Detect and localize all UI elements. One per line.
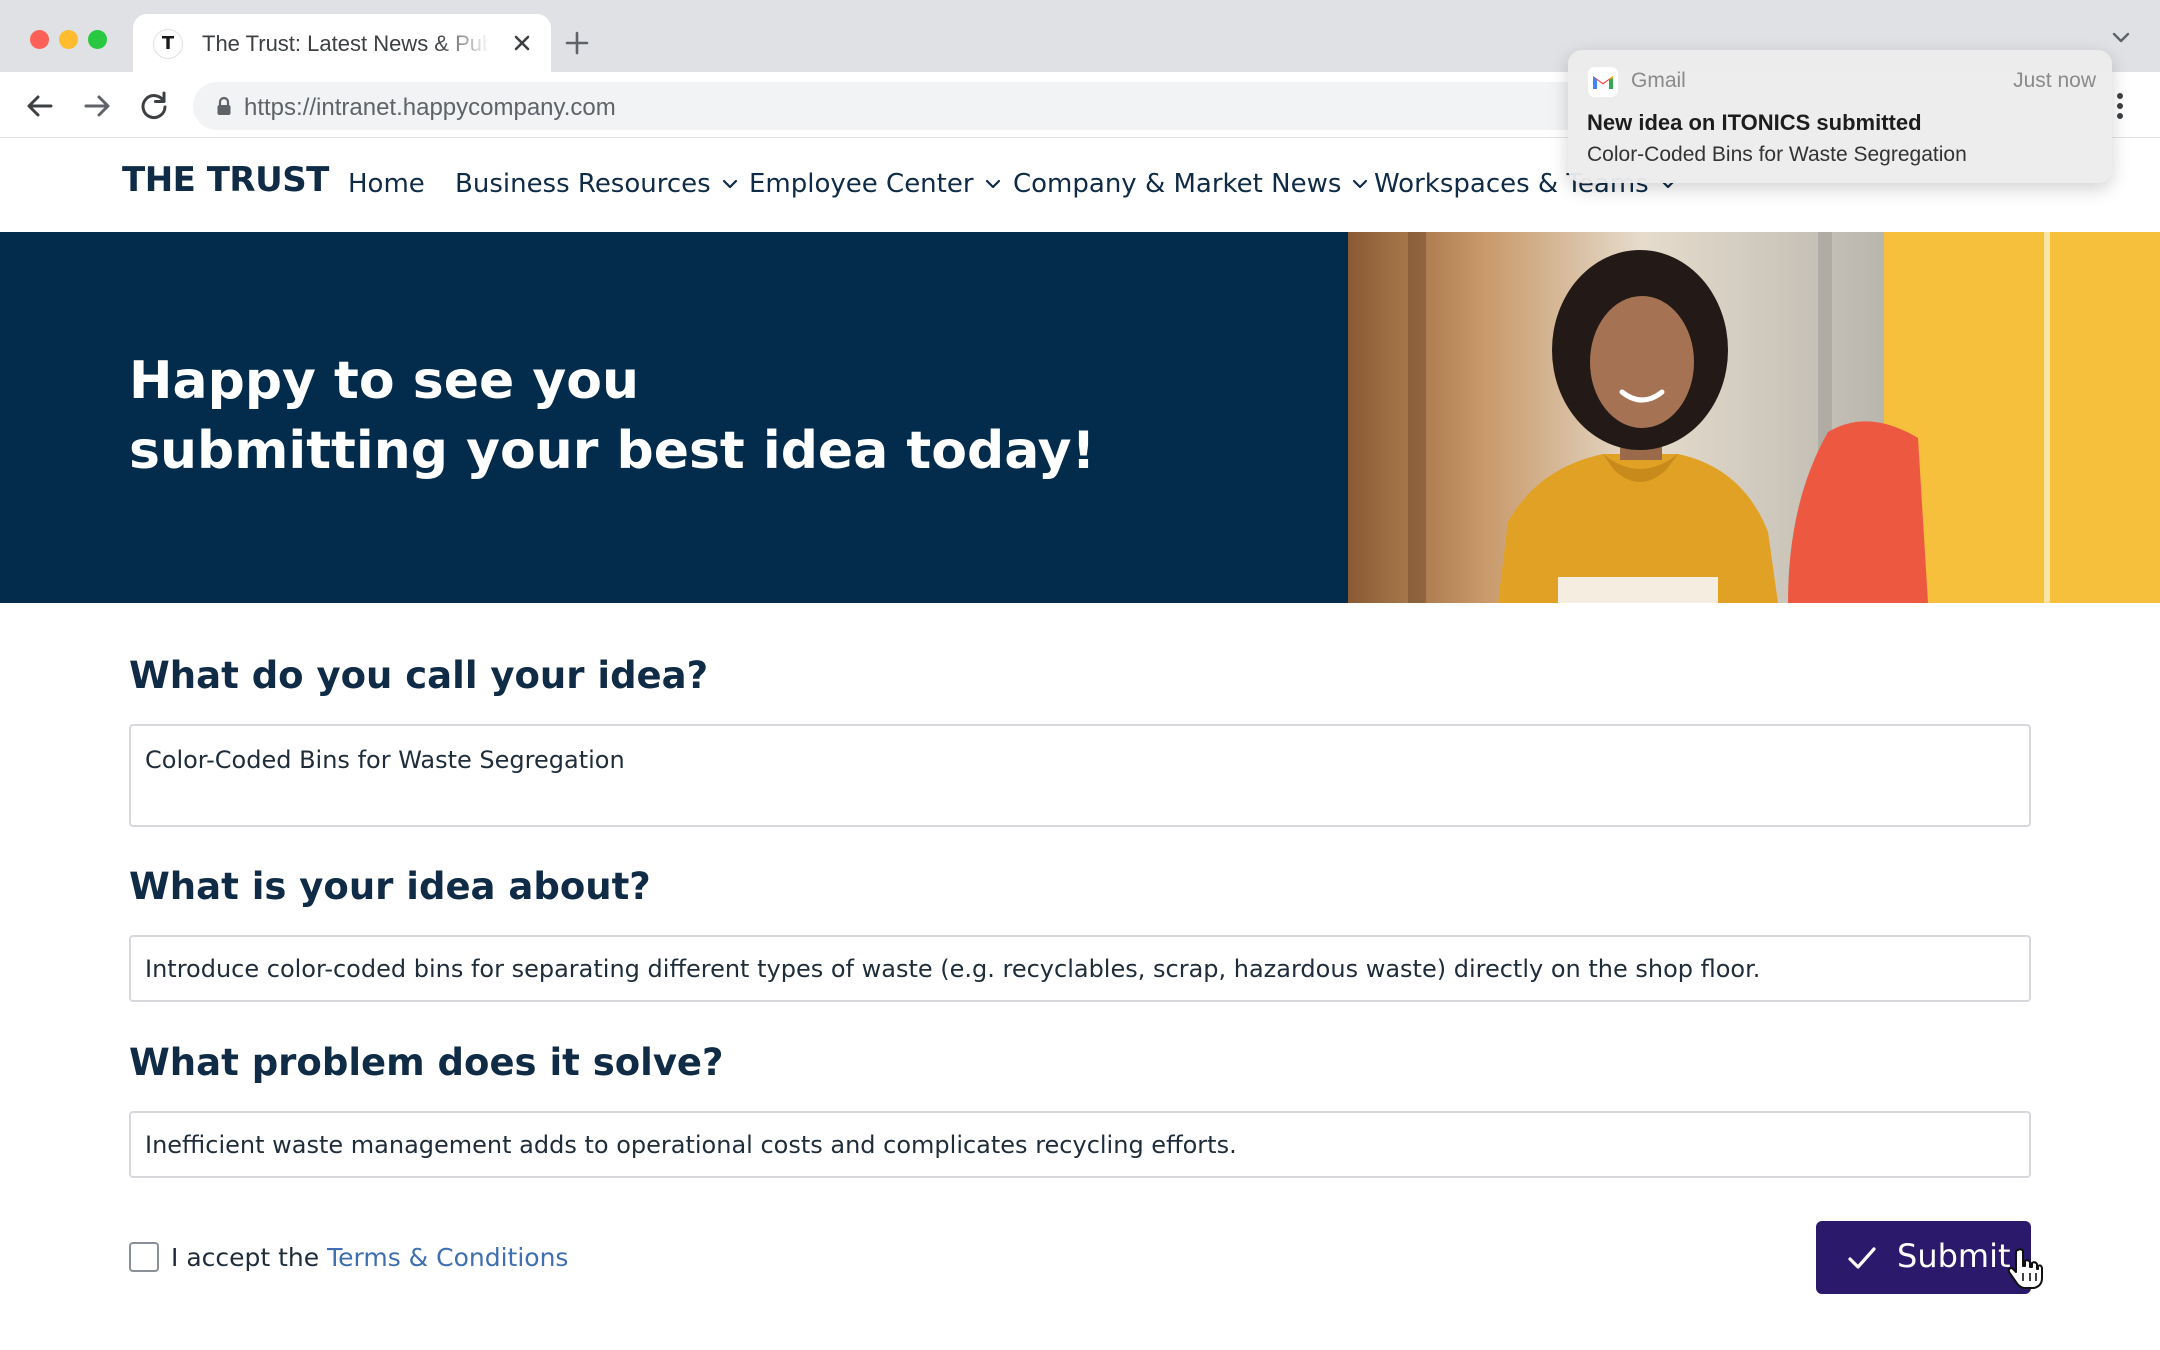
notification-title: New idea on ITONICS submitted <box>1587 110 1922 135</box>
back-arrow-icon[interactable] <box>23 89 57 123</box>
nav-item-label: Company & Market News <box>1013 169 1342 199</box>
notification-time: Just now <box>2013 69 2096 92</box>
nav-item-employee-center[interactable]: Employee Center <box>749 169 1002 199</box>
gmail-icon <box>1588 67 1618 97</box>
hero-banner: Happy to see you submitting your best id… <box>0 232 2160 603</box>
nav-item-company-market-news[interactable]: Company & Market News <box>1013 169 1369 199</box>
hero-heading-line-1: Happy to see you <box>129 351 639 411</box>
gmail-notification[interactable]: Gmail Just now New idea on ITONICS submi… <box>1568 50 2112 183</box>
more-vert-icon[interactable] <box>2110 90 2130 122</box>
tab-title: The Trust: Latest News & Public Updates <box>202 31 490 56</box>
submit-button-label: Submit <box>1897 1237 2011 1275</box>
plus-icon[interactable] <box>563 29 591 57</box>
idea-problem-field[interactable]: Inefficient waste management adds to ope… <box>129 1111 2031 1178</box>
accept-terms-label: I accept the Terms & Conditions <box>171 1243 568 1272</box>
idea-title-value: Color-Coded Bins for Waste Segregation <box>145 746 625 774</box>
chevron-down-icon <box>985 179 1000 189</box>
nav-item-label: Home <box>348 169 425 199</box>
submit-button[interactable]: Submit <box>1816 1221 2031 1294</box>
question-2-label: What is your idea about? <box>129 865 651 908</box>
hero-heading: Happy to see you submitting your best id… <box>129 346 1095 486</box>
nav-item-label: Business Resources <box>455 169 711 199</box>
idea-title-field[interactable]: Color-Coded Bins for Waste Segregation <box>129 724 2031 827</box>
chevron-down-icon <box>1353 179 1368 189</box>
question-3-label: What problem does it solve? <box>129 1041 724 1084</box>
terms-conditions-link[interactable]: Terms & Conditions <box>327 1243 568 1272</box>
chevron-down-icon[interactable] <box>2110 26 2132 48</box>
lock-icon[interactable] <box>215 95 233 117</box>
notification-app-name: Gmail <box>1631 69 1686 92</box>
window-close-button[interactable] <box>30 30 49 49</box>
window-zoom-button[interactable] <box>88 30 107 49</box>
tab-favicon-icon: T <box>153 29 183 59</box>
window-minimize-button[interactable] <box>59 30 78 49</box>
close-icon[interactable] <box>509 30 535 56</box>
accept-terms-checkbox[interactable] <box>129 1242 159 1272</box>
hand-pointer-cursor-icon <box>2007 1248 2043 1289</box>
nav-item-business-resources[interactable]: Business Resources <box>455 169 739 199</box>
idea-problem-value: Inefficient waste management adds to ope… <box>145 1131 1237 1159</box>
hero-photo <box>1348 232 2160 603</box>
checkmark-icon <box>1848 1247 1876 1269</box>
accept-terms-text: I accept the <box>171 1243 328 1272</box>
hero-heading-line-2: submitting your best idea today! <box>129 421 1096 481</box>
url-text[interactable]: https://intranet.happycompany.com <box>244 94 616 122</box>
question-1-label: What do you call your idea? <box>129 654 709 697</box>
reload-icon[interactable] <box>137 89 171 123</box>
browser-tab-active[interactable]: T The Trust: Latest News & Public Update… <box>133 14 551 72</box>
site-logo[interactable]: THE TRUST <box>122 160 329 200</box>
nav-item-label: Employee Center <box>749 169 974 199</box>
nav-item-home[interactable]: Home <box>348 169 425 199</box>
chevron-down-icon <box>722 179 737 189</box>
idea-description-field[interactable]: Introduce color-coded bins for separatin… <box>129 935 2031 1002</box>
forward-arrow-icon[interactable] <box>80 89 114 123</box>
idea-description-value: Introduce color-coded bins for separatin… <box>145 955 1761 983</box>
notification-body: Color-Coded Bins for Waste Segregation <box>1587 143 1967 166</box>
